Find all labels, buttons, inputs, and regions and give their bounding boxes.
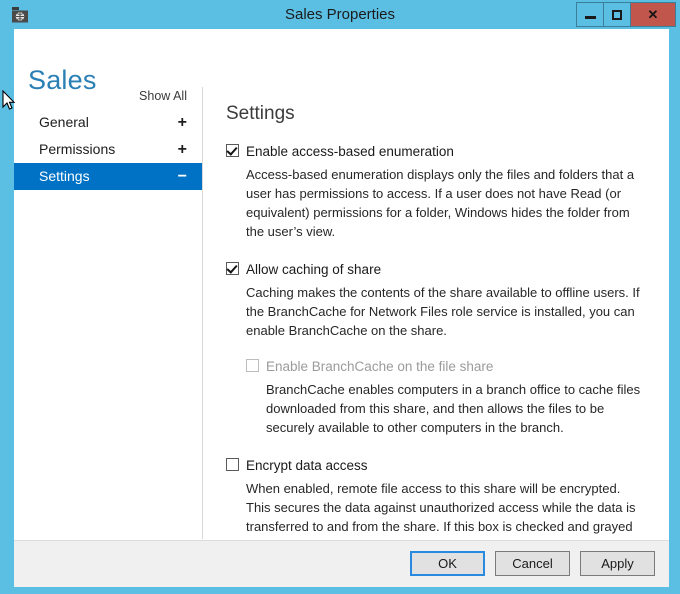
checkbox-access-based-enumeration[interactable] — [226, 144, 239, 157]
expand-plus-icon: + — [178, 109, 187, 136]
footer-button-group: OK Cancel Apply — [410, 551, 655, 576]
setting-allow-caching: Allow caching of share Caching makes the… — [226, 261, 646, 437]
description-allow-caching: Caching makes the contents of the share … — [246, 283, 646, 340]
checkbox-label-allow-caching: Allow caching of share — [246, 262, 381, 277]
settings-pane: Settings Enable access-based enumeration… — [226, 103, 646, 575]
show-all-link[interactable]: Show All — [139, 89, 187, 103]
nav-list: General + Permissions + Settings − — [14, 109, 203, 190]
checkbox-branchcache — [246, 359, 259, 372]
cancel-button[interactable]: Cancel — [495, 551, 570, 576]
title-bar[interactable]: Sales Properties ✕ — [0, 0, 680, 29]
nav-item-permissions[interactable]: Permissions + — [14, 136, 203, 163]
checkbox-row-encrypt-data-access[interactable]: Encrypt data access — [226, 457, 646, 475]
close-button[interactable]: ✕ — [630, 2, 676, 27]
checkbox-label-branchcache: Enable BranchCache on the file share — [266, 359, 493, 374]
apply-button[interactable]: Apply — [580, 551, 655, 576]
nav-item-permissions-label: Permissions — [39, 141, 115, 157]
nav-item-settings-label: Settings — [39, 168, 90, 184]
expand-plus-icon: + — [178, 136, 187, 163]
minimize-button[interactable] — [576, 2, 604, 27]
ok-button[interactable]: OK — [410, 551, 485, 576]
checkbox-row-branchcache: Enable BranchCache on the file share — [246, 358, 646, 376]
client-area: Sales Show All General + Permissions + S… — [14, 29, 669, 587]
properties-window: Sales Properties ✕ Sales Show All Genera… — [0, 0, 680, 594]
checkbox-label-access-based-enumeration: Enable access-based enumeration — [246, 144, 454, 159]
setting-branchcache: Enable BranchCache on the file share Bra… — [226, 358, 646, 437]
description-access-based-enumeration: Access-based enumeration displays only t… — [246, 165, 646, 241]
checkbox-encrypt-data-access[interactable] — [226, 458, 239, 471]
maximize-button[interactable] — [603, 2, 631, 27]
nav-item-settings[interactable]: Settings − — [14, 163, 203, 190]
maximize-icon — [612, 10, 622, 20]
checkbox-allow-caching[interactable] — [226, 262, 239, 275]
checkbox-row-access-based-enumeration[interactable]: Enable access-based enumeration — [226, 143, 646, 161]
nav-item-general-label: General — [39, 114, 89, 130]
nav-item-general[interactable]: General + — [14, 109, 203, 136]
checkbox-label-encrypt-data-access: Encrypt data access — [246, 458, 368, 473]
close-icon: ✕ — [648, 7, 659, 23]
checkbox-row-allow-caching[interactable]: Allow caching of share — [226, 261, 646, 279]
setting-access-based-enumeration: Enable access-based enumeration Access-b… — [226, 143, 646, 241]
pane-divider — [202, 87, 203, 539]
minimize-icon — [585, 16, 596, 19]
dialog-footer: OK Cancel Apply — [14, 540, 669, 587]
description-branchcache: BranchCache enables computers in a branc… — [266, 380, 646, 437]
page-title: Sales — [28, 65, 97, 96]
window-controls: ✕ — [577, 2, 676, 27]
settings-heading: Settings — [226, 103, 646, 125]
collapse-minus-icon: − — [178, 163, 187, 190]
